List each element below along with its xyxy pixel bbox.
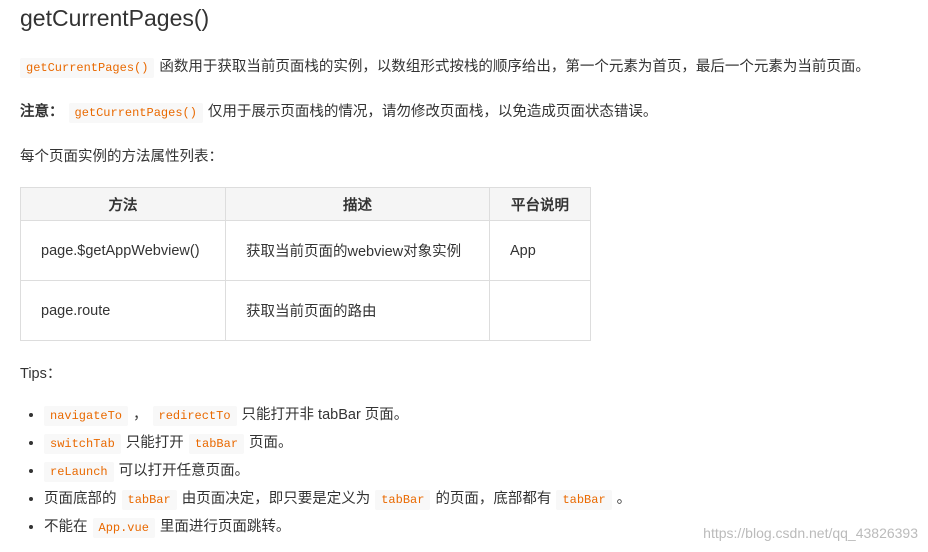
tip-text: 只能打开 (125, 435, 184, 451)
table-cell: page.$getAppWebview() (20, 220, 226, 281)
list-item: switchTab只能打开tabBar页面。 (44, 430, 631, 458)
tip-text: 的页面，底部都有 (435, 491, 552, 507)
inline-code: navigateTo (44, 406, 129, 426)
inline-code: getCurrentPages() (68, 103, 203, 123)
table-row: page.$getAppWebview() 获取当前页面的webview对象实例… (20, 220, 591, 281)
list-item: navigateTo，redirectTo只能打开非 tabBar 页面。 (44, 402, 631, 430)
table-cell: 获取当前页面的路由 (225, 280, 490, 341)
tip-text: 只能打开非 tabBar 页面。 (241, 407, 409, 423)
methods-table: 方法 描述 平台说明 page.$getAppWebview() 获取当前页面的… (20, 187, 591, 341)
table-cell (489, 280, 591, 341)
tip-text: 页面底部的 (44, 491, 117, 507)
table-cell: page.route (20, 280, 226, 341)
list-intro: 每个页面实例的方法属性列表： (20, 149, 223, 165)
table-header-cell: 平台说明 (489, 187, 591, 221)
tip-text: 不能在 (44, 519, 88, 535)
tip-text: 。 (616, 491, 632, 507)
intro-paragraph: getCurrentPages() 函数用于获取当前页面栈的实例，以数组形式按栈的… (20, 57, 870, 78)
tip-text: 由页面决定，即只要是定义为 (181, 491, 371, 507)
list-item: reLaunch可以打开任意页面。 (44, 458, 631, 486)
inline-code: reLaunch (44, 462, 114, 482)
list-item: 页面底部的tabBar由页面决定，即只要是定义为tabBar的页面，底部都有ta… (44, 486, 631, 514)
list-item: 不能在App.vue里面进行页面跳转。 (44, 514, 631, 542)
intro-text: 函数用于获取当前页面栈的实例，以数组形式按栈的顺序给出，第一个元素为首页，最后一… (159, 59, 870, 75)
inline-code: tabBar (121, 490, 177, 510)
tip-text: 里面进行页面跳转。 (159, 519, 291, 535)
tips-list: navigateTo，redirectTo只能打开非 tabBar 页面。 sw… (24, 402, 631, 542)
tip-text: ， (133, 407, 148, 423)
watermark: https://blog.csdn.net/qq_43826393 (703, 525, 918, 541)
table-header-cell: 描述 (225, 187, 490, 221)
table-row: page.route 获取当前页面的路由 (20, 280, 591, 341)
table-header-cell: 方法 (20, 187, 226, 221)
inline-code: switchTab (44, 434, 121, 454)
tip-text: 可以打开任意页面。 (118, 463, 250, 479)
note-paragraph: 注意： getCurrentPages() 仅用于展示页面栈的情况，请勿修改页面栈，… (20, 102, 657, 123)
table-cell: 获取当前页面的webview对象实例 (225, 220, 490, 281)
page-title: getCurrentPages() (20, 5, 210, 31)
inline-code: getCurrentPages() (20, 58, 155, 78)
table-cell: App (489, 220, 591, 281)
table-header-row: 方法 描述 平台说明 (20, 187, 591, 221)
tips-label: Tips： (20, 366, 62, 382)
inline-code: redirectTo (152, 406, 237, 426)
inline-code: App.vue (92, 518, 155, 538)
note-label: 注意： (20, 104, 64, 120)
inline-code: tabBar (188, 434, 245, 454)
inline-code: tabBar (556, 490, 612, 510)
inline-code: tabBar (375, 490, 431, 510)
tip-text: 页面。 (249, 435, 293, 451)
note-text: 仅用于展示页面栈的情况，请勿修改页面栈，以免造成页面状态错误。 (207, 104, 658, 120)
